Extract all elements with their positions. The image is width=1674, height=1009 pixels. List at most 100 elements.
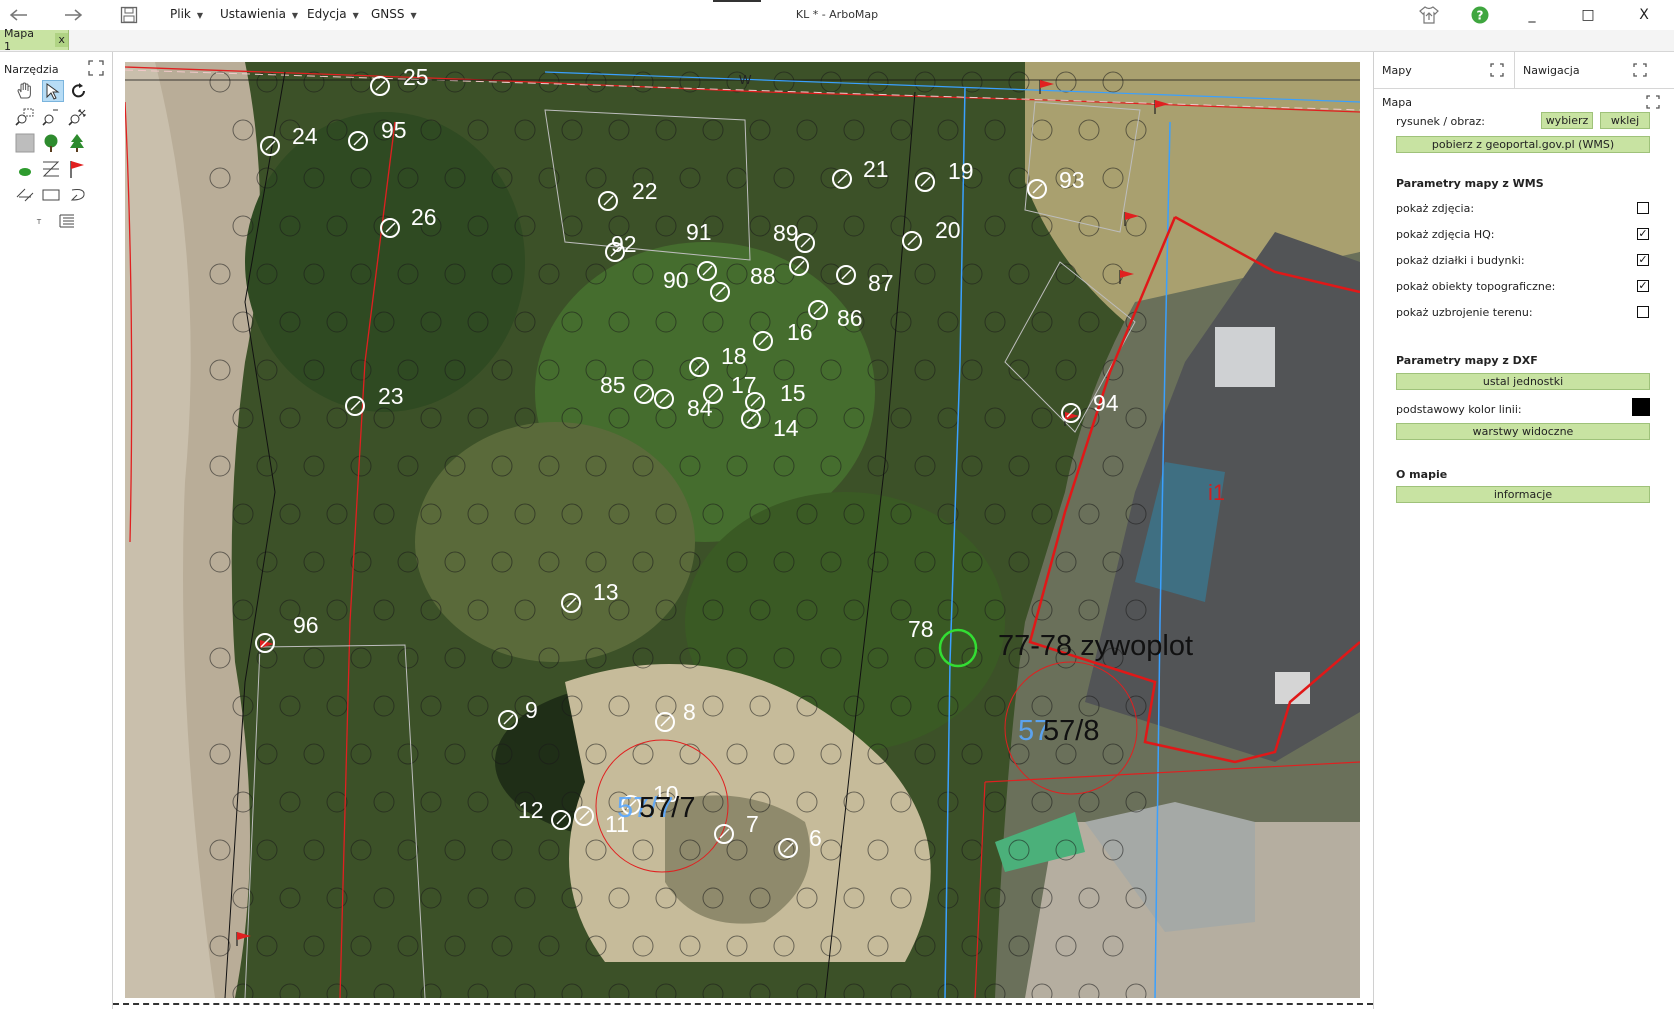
floppy-disk-icon[interactable] [118, 5, 140, 25]
road-label: W [739, 72, 752, 87]
tools-panel-title: Narzędzia [4, 63, 59, 76]
parcel-label-57-8: 57/8 [1043, 715, 1099, 747]
title-progress-indicator [713, 0, 761, 2]
tree-label: 88 [750, 263, 776, 289]
deciduous-tree-icon[interactable] [40, 132, 62, 154]
menu-edycja-label: Edycja [307, 7, 347, 21]
tree-label: 78 [908, 616, 934, 642]
tree-label: 24 [292, 123, 318, 149]
tree-label: 7 [746, 811, 759, 837]
wms-option-photos-label: pokaż zdjęcia: [1396, 202, 1475, 215]
conifer-tree-icon[interactable] [66, 132, 88, 154]
map-canvas[interactable]: 25 24 95 26 22 21 19 20 93 91 92 90 89 88 87 86 16 18 85 84… [125, 62, 1360, 998]
wms-option-topo-label: pokaż obiekty topograficzne: [1396, 280, 1556, 293]
text-tool-icon[interactable]: T [28, 210, 50, 232]
tab-mapy[interactable]: Mapy [1374, 52, 1515, 89]
document-tab-strip: Mapa 1 x [0, 27, 1674, 53]
tree-label: 26 [411, 204, 437, 230]
right-panel: Mapy Nawigacja Mapa rysunek / obraz: wyb… [1373, 52, 1674, 1009]
maximize-button[interactable]: □ [1570, 4, 1606, 26]
line-color-label: podstawowy kolor linii: [1396, 403, 1522, 416]
wms-option-photos-hq-label: pokaż zdjęcia HQ: [1396, 228, 1495, 241]
hedge-label: 77-78 zywoplot [998, 630, 1193, 662]
undo-arrow-icon[interactable] [8, 5, 30, 25]
wms-option-photos-hq-checkbox[interactable]: ✓ [1637, 228, 1649, 240]
tree-label: 95 [381, 117, 407, 143]
menu-plik[interactable]: Plik ▼ [170, 7, 203, 21]
geoportal-download-button[interactable]: pobierz z geoportal.gov.pl (WMS) [1396, 136, 1650, 153]
zoom-rect-icon[interactable] [14, 106, 36, 128]
tab-mapy-label: Mapy [1382, 63, 1412, 77]
tab-nawigacja[interactable]: Nawigacja [1515, 52, 1674, 89]
map-section-title: Mapa [1382, 96, 1412, 109]
expand-icon[interactable] [88, 60, 104, 76]
expand-icon[interactable] [1490, 63, 1504, 77]
rotate-icon[interactable] [68, 80, 90, 102]
set-units-button[interactable]: ustal jednostki [1396, 373, 1650, 390]
wms-option-topo-checkbox[interactable]: ✓ [1637, 280, 1649, 292]
redo-arrow-icon[interactable] [62, 5, 84, 25]
menu-ustawienia-label: Ustawienia [220, 7, 286, 21]
dxf-section-title: Parametry mapy z DXF [1396, 354, 1538, 367]
wms-option-photos-checkbox[interactable] [1637, 202, 1649, 214]
wms-section-title: Parametry mapy z WMS [1396, 177, 1544, 190]
svg-text:?: ? [1477, 9, 1484, 23]
title-bar: Plik ▼ Ustawienia ▼ Edycja ▼ GNSS ▼ KL * - A… [0, 0, 1674, 31]
rectangle-icon[interactable] [40, 184, 62, 206]
map-bottom-border [113, 1003, 1373, 1005]
choose-image-button[interactable]: wybierz [1541, 112, 1593, 129]
line-color-swatch[interactable] [1632, 398, 1650, 416]
parcel-label-57-7: 57/7 [639, 792, 695, 824]
legend-icon[interactable] [56, 210, 78, 232]
tree-label: 18 [721, 343, 747, 369]
expand-icon[interactable] [1646, 95, 1660, 109]
tree-label: 22 [632, 178, 658, 204]
measure-icon[interactable] [14, 184, 36, 206]
paste-image-button[interactable]: wklej [1600, 112, 1650, 129]
tree-label: 9 [525, 697, 538, 723]
zoom-extents-icon[interactable] [66, 106, 88, 128]
expand-icon[interactable] [1633, 63, 1647, 77]
minimize-button[interactable]: _ [1514, 4, 1550, 26]
wms-option-parcels-checkbox[interactable]: ✓ [1637, 254, 1649, 266]
zoom-out-icon[interactable] [40, 106, 62, 128]
tree-label: 87 [868, 270, 894, 296]
fill-area-icon[interactable] [14, 132, 36, 154]
tab-mapa-1-label: Mapa 1 [4, 27, 34, 53]
hand-pan-icon[interactable] [14, 80, 36, 102]
tree-label: 21 [863, 156, 889, 182]
about-section-title: O mapie [1396, 468, 1448, 481]
tree-marker-92[interactable]: 92 [605, 231, 637, 262]
tab-mapa-1[interactable]: Mapa 1 x [0, 27, 69, 53]
tree-label: 92 [611, 231, 637, 257]
wms-option-utilities-label: pokaż uzbrojenie terenu: [1396, 306, 1533, 319]
menu-ustawienia[interactable]: Ustawienia ▼ [220, 7, 298, 21]
menu-gnss-label: GNSS [371, 7, 405, 21]
upload-shirt-icon[interactable] [1418, 5, 1440, 25]
tree-label: 12 [518, 797, 544, 823]
tree-label: 89 [773, 220, 799, 246]
flag-icon[interactable] [66, 158, 88, 180]
shrub-icon[interactable] [14, 158, 36, 180]
visible-layers-button[interactable]: warstwy widoczne [1396, 423, 1650, 440]
close-button[interactable]: X [1626, 4, 1662, 26]
tree-label: 8 [683, 699, 696, 725]
help-circle-icon[interactable]: ? [1469, 5, 1491, 25]
menu-gnss[interactable]: GNSS ▼ [371, 7, 417, 21]
lasso-icon[interactable] [66, 184, 88, 206]
polyline-icon[interactable] [40, 158, 62, 180]
tree-label: 84 [687, 395, 713, 421]
tree-label: 20 [935, 217, 961, 243]
tree-label: 13 [593, 579, 619, 605]
map-info-button[interactable]: informacje [1396, 486, 1650, 503]
select-arrow-icon[interactable] [42, 80, 64, 102]
wms-option-utilities-checkbox[interactable] [1637, 306, 1649, 318]
tree-label: 6 [809, 825, 822, 851]
menu-plik-label: Plik [170, 7, 191, 21]
tree-label: 85 [600, 372, 626, 398]
tab-close-button[interactable]: x [55, 33, 68, 47]
tree-label: 25 [403, 64, 429, 90]
svg-text:T: T [36, 218, 42, 226]
menu-edycja[interactable]: Edycja ▼ [307, 7, 359, 21]
tree-label: 90 [663, 267, 689, 293]
